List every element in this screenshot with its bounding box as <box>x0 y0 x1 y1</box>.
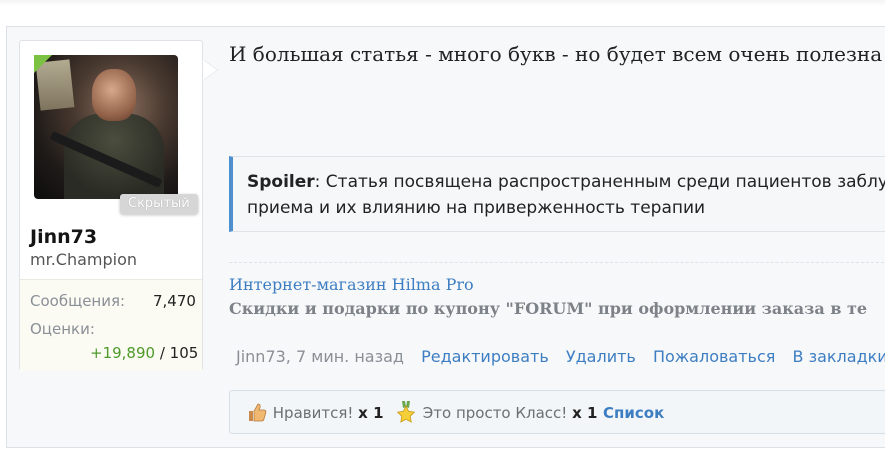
messages-value[interactable]: 7,470 <box>153 292 196 310</box>
post-meta: Jinn73, 7 мин. назад Редактировать Удали… <box>236 347 885 366</box>
signature-divider <box>229 262 885 263</box>
thumbs-up-icon <box>249 403 267 421</box>
spoiler-line-1: Spoiler: Статья посвящена распространенн… <box>247 169 885 195</box>
reaction-class[interactable]: Это просто Класс! x 1 <box>394 391 597 435</box>
username[interactable]: Jinn73 <box>30 226 97 248</box>
bookmark-link[interactable]: В закладки <box>793 347 885 366</box>
class-label: Это просто Класс! <box>422 404 568 422</box>
spoiler-text-2: приема и их влиянию на приверженность те… <box>247 198 706 218</box>
user-title: mr.Champion <box>30 250 138 269</box>
messages-label: Сообщения: <box>30 292 126 310</box>
avatar-figure-head <box>92 69 136 121</box>
delete-link[interactable]: Удалить <box>566 347 636 366</box>
post-title: И большая статья - много букв - но будет… <box>229 42 883 66</box>
edit-link[interactable]: Редактировать <box>421 347 549 366</box>
reactions-list-link[interactable]: Список <box>603 404 664 422</box>
signature-shop-link[interactable]: Интернет-магазин Hilma Pro <box>229 275 474 294</box>
user-avatar[interactable] <box>34 55 178 199</box>
post-author-time[interactable]: Jinn73, 7 мин. назад <box>236 347 404 366</box>
signature-promo: Скидки и подарки по купону "FORUM" при о… <box>229 299 868 318</box>
class-count: x 1 <box>572 404 598 422</box>
reactions-bar: Нравится! x 1 Это просто Класс! x 1 Спис… <box>229 390 885 434</box>
spoiler-text-1: : Статья посвящена распространенным сред… <box>314 172 885 192</box>
spoiler-label: Spoiler <box>247 172 315 192</box>
ratings-positive: +19,890 <box>90 344 156 362</box>
spoiler-block[interactable]: Spoiler: Статья посвящена распространенн… <box>229 156 885 232</box>
avatar-figure-body <box>64 113 164 199</box>
ratings-label: Оценки: <box>30 320 95 338</box>
report-link[interactable]: Пожаловаться <box>653 347 775 366</box>
ratings-rest: / 105 <box>155 344 199 362</box>
like-label: Нравится! <box>272 404 354 422</box>
reaction-like[interactable]: Нравится! x 1 <box>246 391 384 435</box>
message-arrow <box>203 60 217 80</box>
reactions-list[interactable]: Список <box>603 391 664 435</box>
hidden-status-badge: Скрытый <box>120 194 198 214</box>
star-medal-icon <box>396 400 416 423</box>
like-count: x 1 <box>358 404 384 422</box>
ratings-value: +19,890 / 105 <box>90 344 198 362</box>
online-status-corner <box>34 55 52 73</box>
page-top-strip <box>0 0 885 6</box>
